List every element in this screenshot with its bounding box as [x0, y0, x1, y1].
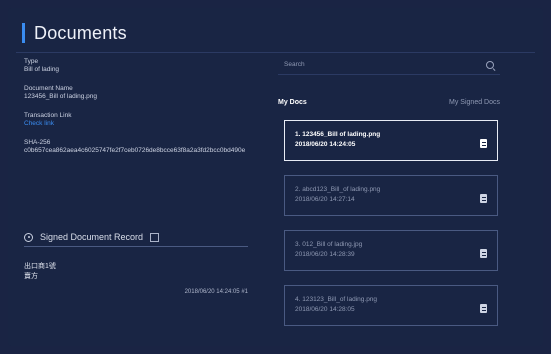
signed-time: 2018/06/20 14:24:05 #1 — [184, 289, 248, 295]
signed-record-divider — [24, 246, 248, 247]
title-accent-bar — [22, 23, 25, 43]
sha256-label: SHA-256 — [24, 139, 51, 146]
signer-role: 賣方 — [24, 273, 38, 280]
header-divider — [16, 52, 535, 53]
doc-date: 2018/06/20 14:24:05 — [295, 141, 356, 148]
document-icon[interactable] — [480, 249, 487, 258]
doc-date: 2018/06/20 14:28:39 — [295, 251, 355, 258]
document-name-value: 123456_Bill of lading.png — [24, 93, 98, 100]
doc-name: 2. abcd123_Bill_of lading.png — [295, 186, 381, 193]
type-field: Type Bill of lading — [24, 58, 262, 74]
tab-my-signed-docs[interactable]: My Signed Docs — [449, 99, 500, 106]
search-bar[interactable]: Search — [278, 58, 500, 75]
search-icon[interactable] — [486, 61, 494, 69]
page-header: Documents — [22, 22, 127, 44]
transaction-link-field: Transaction Link Check link — [24, 112, 262, 128]
doc-name: 3. 012_Bill of lading.jpg — [295, 241, 363, 248]
document-icon[interactable] — [480, 304, 487, 313]
type-label: Type — [24, 58, 39, 65]
document-icon[interactable] — [480, 194, 487, 203]
record-icon — [24, 232, 33, 242]
document-name-field: Document Name 123456_Bill of lading.png — [24, 85, 262, 101]
transaction-link[interactable]: Check link — [24, 120, 262, 128]
tab-my-docs[interactable]: My Docs — [278, 99, 307, 106]
search-input[interactable]: Search — [284, 61, 305, 68]
document-icon[interactable] — [480, 139, 487, 148]
doc-card[interactable]: 4. 123123_Bill_of lading.png 2018/06/20 … — [284, 285, 498, 326]
doc-date: 2018/06/20 14:27:14 — [295, 196, 355, 203]
page-title: Documents — [34, 22, 127, 43]
doc-name: 4. 123123_Bill_of lading.png — [295, 296, 378, 303]
doc-card[interactable]: 2. abcd123_Bill_of lading.png 2018/06/20… — [284, 175, 498, 216]
doc-name: 1. 123456_Bill of lading.png — [295, 131, 381, 138]
signer-name: 出口商1號 — [24, 263, 56, 270]
type-value: Bill of lading — [24, 66, 60, 73]
expand-icon[interactable] — [150, 232, 160, 242]
doc-tabs: My Docs My Signed Docs — [278, 99, 506, 115]
docs-column: Search My Docs My Signed Docs 1. 123456_… — [278, 58, 506, 326]
doc-date: 2018/06/20 14:28:05 — [295, 306, 355, 313]
signed-record-entry: 出口商1號 賣方 2018/06/20 14:24:05 #1 — [24, 262, 248, 295]
transaction-link-label: Transaction Link — [24, 112, 72, 119]
doc-card[interactable]: 3. 012_Bill of lading.jpg 2018/06/20 14:… — [284, 230, 498, 271]
signed-record-title: Signed Document Record — [40, 232, 144, 242]
document-name-label: Document Name — [24, 85, 73, 92]
sha256-field: SHA-256 c0b657cea862aea4c6025747fe2f7ceb… — [24, 139, 262, 155]
sha256-value: c0b657cea862aea4c6025747fe2f7ceb0726de8b… — [24, 147, 246, 154]
signed-record-header: Signed Document Record — [24, 232, 248, 242]
doc-list: 1. 123456_Bill of lading.png 2018/06/20 … — [284, 120, 498, 340]
doc-card[interactable]: 1. 123456_Bill of lading.png 2018/06/20 … — [284, 120, 498, 161]
document-details: Type Bill of lading Document Name 123456… — [24, 58, 262, 166]
